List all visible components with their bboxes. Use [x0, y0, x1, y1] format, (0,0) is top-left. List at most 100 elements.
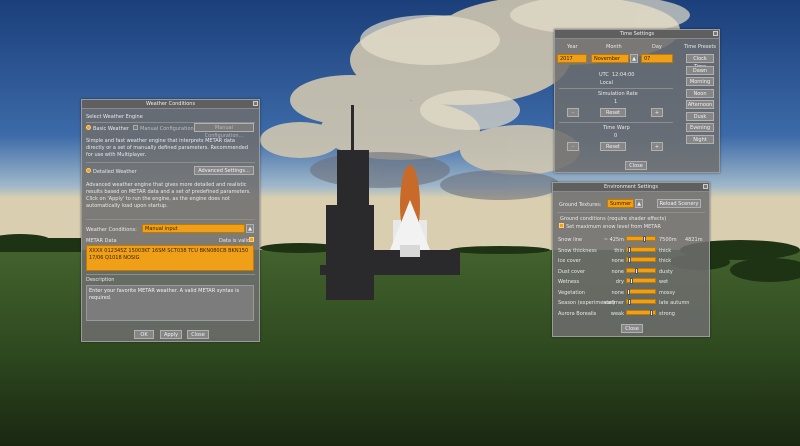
month-select[interactable]: November	[591, 54, 629, 63]
detailed-weather-description: Advanced weather engine that gives more …	[86, 182, 251, 209]
detailed-weather-radio[interactable]	[86, 168, 91, 173]
time-preset-button[interactable]: Clock Time	[686, 54, 714, 70]
env-slider-high-label: late autumn	[659, 300, 690, 306]
ground-textures-select[interactable]: Summer	[607, 199, 634, 208]
divider	[559, 88, 673, 89]
env-slider-label: Snow line	[558, 237, 583, 243]
weather-conditions-select[interactable]: Manual input	[142, 224, 245, 233]
reload-scenery-button[interactable]: Reload Scenery	[657, 199, 701, 208]
max-snow-checkbox[interactable]	[559, 223, 564, 228]
time-warp-increase-button[interactable]: +	[651, 142, 663, 151]
close-button[interactable]: Close	[187, 330, 209, 339]
basic-weather-label: Basic Weather	[93, 126, 129, 132]
env-slider[interactable]	[626, 246, 656, 253]
close-icon[interactable]	[703, 184, 708, 189]
year-label: Year	[567, 44, 578, 50]
env-slider-row: Aurora Borealis weak strong	[553, 309, 709, 319]
time-preset-button[interactable]: Evening	[686, 123, 714, 132]
divider	[86, 219, 255, 220]
env-slider[interactable]	[626, 288, 656, 295]
slider-thumb[interactable]	[627, 288, 630, 295]
day-label: Day	[652, 44, 662, 50]
presets-label: Time Presets	[684, 44, 717, 50]
chevron-up-icon[interactable]: ▲	[630, 54, 638, 63]
time-preset-button[interactable]: Dusk	[686, 111, 714, 121]
env-slider-high-label: mossy	[659, 289, 676, 296]
weather-conditions-dialog: Weather Conditions Select Weather Engine…	[81, 99, 260, 342]
time-preset-button[interactable]: Morning	[686, 77, 714, 86]
env-slider[interactable]	[626, 257, 656, 263]
env-slider-high-label: thick	[659, 258, 672, 264]
env-slider-low-label: none	[611, 258, 624, 264]
sim-rate-reset-button[interactable]: Reset	[600, 108, 626, 117]
metar-data-label: METAR Data	[86, 238, 117, 244]
env-slider[interactable]	[626, 278, 656, 284]
time-preset-button[interactable]: Dawn	[686, 65, 714, 75]
env-slider-label: Ice cover	[558, 258, 581, 264]
weather-conditions-label: Weather Conditions:	[86, 227, 137, 233]
sim-rate-label: Simulation Rate	[598, 91, 638, 97]
time-warp-decrease-button[interactable]: -	[567, 142, 579, 151]
close-button[interactable]: Close	[625, 161, 647, 170]
time-preset-button[interactable]: Afternoon	[686, 100, 714, 109]
chevron-up-icon[interactable]: ▲	[635, 199, 643, 208]
time-warp-reset-button[interactable]: Reset	[600, 142, 626, 151]
env-slider[interactable]	[626, 299, 656, 305]
env-slider[interactable]	[626, 267, 656, 274]
slider-thumb[interactable]	[642, 236, 646, 242]
sim-rate-increase-button[interactable]: +	[651, 108, 663, 117]
env-slider-low-label: none	[611, 289, 624, 296]
env-slider-low-label: summer	[603, 300, 624, 306]
slider-thumb[interactable]	[629, 278, 633, 284]
env-slider-high-label: 7500m	[659, 237, 677, 243]
time-warp-label: Time Warp	[603, 125, 630, 131]
close-button[interactable]: Close	[621, 324, 643, 333]
env-slider-row: Snow thickness thin thick	[553, 246, 709, 256]
close-icon[interactable]	[713, 31, 718, 36]
sim-rate-decrease-button[interactable]: -	[567, 108, 579, 117]
time-warp-value: 0	[614, 133, 618, 139]
environment-settings-dialog: Environment Settings Ground Textures: Su…	[552, 182, 710, 337]
manual-config-label: Manual Configuration	[140, 126, 194, 132]
chevron-up-icon[interactable]: ▲	[246, 224, 254, 233]
close-icon[interactable]	[253, 101, 258, 106]
env-slider-low-label: thin	[614, 247, 624, 254]
basic-weather-radio[interactable]	[86, 125, 91, 130]
env-slider[interactable]	[626, 309, 656, 316]
env-slider-low-label: ~ 425m	[603, 237, 624, 243]
env-slider-high-label: wet	[659, 279, 669, 285]
metar-data-input[interactable]: XXXX 012345Z 15003KT 16SM SCT038 TCU BKN…	[86, 245, 254, 271]
env-slider-low-label: none	[611, 268, 624, 275]
slider-thumb[interactable]	[634, 267, 638, 274]
utc-value: 12:04:00	[612, 72, 635, 78]
manual-config-button[interactable]: Manual Configuration...	[194, 123, 254, 139]
time-preset-button[interactable]: Noon	[686, 88, 714, 98]
year-input[interactable]: 2017	[557, 54, 587, 63]
time-settings-dialog: Time Settings Year Month Day Time Preset…	[554, 29, 720, 173]
env-slider-high-label: thick	[659, 247, 672, 254]
ok-button[interactable]: OK	[134, 330, 154, 339]
env-slider-high-label: strong	[659, 310, 675, 317]
env-slider-row: Dust cover none dusty	[553, 267, 709, 277]
slider-thumb[interactable]	[650, 309, 654, 316]
time-preset-button[interactable]: Night	[686, 134, 714, 144]
env-slider-label: Aurora Borealis	[558, 310, 597, 317]
day-input[interactable]: 07	[641, 54, 673, 63]
manual-config-checkbox[interactable]	[133, 125, 138, 130]
divider	[86, 162, 255, 163]
max-snow-label: Set maximum snow level from METAR	[566, 224, 661, 230]
metar-valid-indicator	[249, 237, 254, 242]
apply-button[interactable]: Apply	[160, 330, 182, 339]
advanced-settings-button[interactable]: Advanced Settings...	[194, 166, 254, 175]
slider-thumb[interactable]	[628, 299, 632, 305]
env-slider-row: Ice cover none thick	[553, 256, 709, 266]
slider-thumb[interactable]	[628, 257, 632, 263]
detailed-weather-label: Detailed Weather	[93, 169, 137, 175]
description-label: Description	[86, 277, 115, 283]
env-slider-row: Snow line ~ 425m 7500m 4821m	[553, 235, 709, 245]
local-label: Local	[600, 80, 613, 86]
env-slider-value: 4821m	[685, 237, 703, 243]
slider-thumb[interactable]	[628, 246, 632, 253]
env-slider-label: Dust cover	[558, 268, 586, 275]
env-slider[interactable]	[626, 236, 656, 242]
